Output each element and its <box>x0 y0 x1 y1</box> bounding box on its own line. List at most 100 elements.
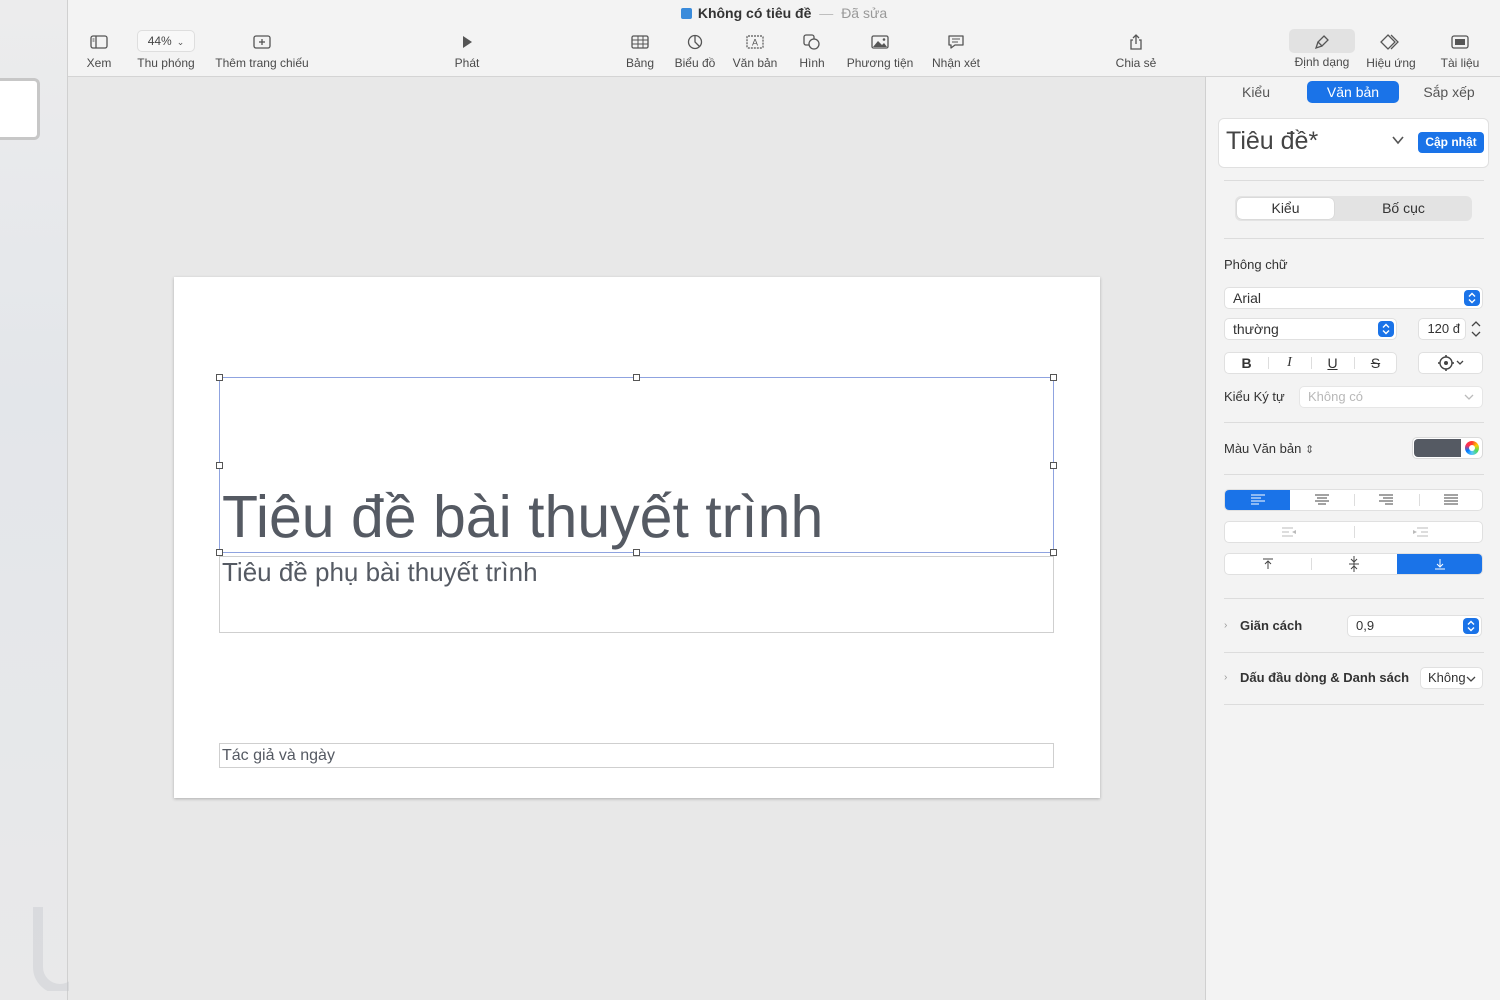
svg-text:A: A <box>752 37 758 47</box>
text-color-swatch[interactable] <box>1414 439 1461 457</box>
view-label: Xem <box>86 56 112 70</box>
divider <box>1224 474 1484 475</box>
shape-label: Hình <box>799 56 825 70</box>
align-middle-button[interactable] <box>1311 554 1397 574</box>
inspector-tabs: Kiểu Văn bản Sắp xếp <box>1206 81 1500 103</box>
media-button[interactable]: Phương tiện <box>843 30 917 70</box>
font-family-popup[interactable]: Arial <box>1224 287 1483 309</box>
decrease-indent-button[interactable] <box>1225 522 1354 542</box>
author-text-box[interactable]: Tác giả và ngày <box>219 743 1054 768</box>
add-slide-icon <box>211 30 313 52</box>
up-down-icon <box>1463 618 1479 634</box>
comment-button[interactable]: Nhận xét <box>927 30 985 70</box>
increase-indent-button[interactable] <box>1355 522 1482 542</box>
resize-handle-top-left[interactable] <box>216 374 223 381</box>
animate-label: Hiệu ứng <box>1366 56 1416 70</box>
resize-handle-top-right[interactable] <box>1050 374 1057 381</box>
align-center-icon <box>1315 494 1329 505</box>
format-icon-wrap <box>1288 29 1356 53</box>
disclosure-arrow-icon[interactable]: › <box>1224 672 1227 683</box>
bullets-label[interactable]: Dấu đầu dòng & Danh sách <box>1240 670 1409 685</box>
format-button[interactable]: Định dạng <box>1288 29 1356 69</box>
resize-handle-top[interactable] <box>633 374 640 381</box>
view-button[interactable]: Xem <box>82 30 116 70</box>
update-style-button[interactable]: Cập nhật <box>1418 132 1484 153</box>
chevron-down-icon <box>1466 676 1476 682</box>
divider <box>1224 704 1484 705</box>
slide-navigator <box>0 0 86 1000</box>
resize-handle-bottom-right[interactable] <box>1050 549 1057 556</box>
shape-button[interactable]: Hình <box>794 30 830 70</box>
tab-style[interactable]: Kiểu <box>1220 81 1292 103</box>
slide-subtitle[interactable]: Tiêu đề phụ bài thuyết trình <box>222 557 538 588</box>
align-right-button[interactable] <box>1354 490 1419 510</box>
chevron-down-icon <box>1464 394 1474 400</box>
align-top-button[interactable] <box>1225 554 1311 574</box>
share-icon <box>1112 30 1160 52</box>
photo-icon <box>843 30 917 52</box>
up-down-icon <box>1464 290 1480 306</box>
chart-button[interactable]: Biểu đồ <box>671 30 719 70</box>
animate-button[interactable]: Hiệu ứng <box>1363 30 1419 70</box>
underline-button[interactable]: U <box>1311 353 1354 373</box>
tab-arrange[interactable]: Sắp xếp <box>1414 81 1484 103</box>
font-section-label: Phông chữ <box>1224 257 1288 272</box>
align-center-button[interactable] <box>1290 490 1354 510</box>
window-title: Không có tiêu đề — Đã sửa <box>68 4 1500 24</box>
zoom-control[interactable]: 44% ⌄ Thu phóng <box>134 30 198 70</box>
subtab-layout[interactable]: Bố cục <box>1356 198 1451 219</box>
font-size-stepper[interactable] <box>1469 318 1483 340</box>
slide-thumbnail[interactable] <box>0 78 40 140</box>
spacing-field[interactable]: 0,9 <box>1347 615 1482 637</box>
bullets-popup[interactable]: Không <box>1420 667 1483 689</box>
up-down-small-icon: ⇕ <box>1304 444 1315 456</box>
document-button[interactable]: Tài liệu <box>1436 30 1484 70</box>
spacing-value: 0,9 <box>1356 618 1375 633</box>
slide-author[interactable]: Tác giả và ngày <box>222 747 335 765</box>
advanced-options-button[interactable] <box>1418 352 1483 374</box>
align-bottom-button[interactable] <box>1397 554 1482 574</box>
indent-buttons <box>1224 521 1483 543</box>
strikethrough-button[interactable]: S <box>1354 353 1397 373</box>
slide-canvas[interactable]: Tiêu đề bài thuyết trình Tiêu đề phụ bài… <box>69 77 1205 1000</box>
up-down-icon <box>1378 321 1394 337</box>
zoom-popup[interactable]: 44% ⌄ <box>137 30 195 52</box>
bold-button[interactable]: B <box>1225 353 1268 373</box>
resize-handle-bottom[interactable] <box>633 549 640 556</box>
subtitle-text-box[interactable]: Tiêu đề phụ bài thuyết trình <box>219 556 1054 633</box>
play-button[interactable]: Phát <box>448 30 486 70</box>
font-weight-popup[interactable]: thường <box>1224 318 1397 340</box>
chevron-down-icon[interactable] <box>1391 133 1405 147</box>
color-wheel-icon[interactable] <box>1465 441 1479 455</box>
title-text-box[interactable]: Tiêu đề bài thuyết trình <box>216 374 1057 556</box>
add-slide-button[interactable]: Thêm trang chiếu <box>211 30 313 70</box>
table-button[interactable]: Bảng <box>622 30 658 70</box>
paragraph-style-selector[interactable]: Tiêu đề* Cập nhật <box>1218 118 1489 168</box>
resize-handle-bottom-left[interactable] <box>216 549 223 556</box>
comment-icon <box>927 30 985 52</box>
justify-icon <box>1444 494 1458 505</box>
align-right-icon <box>1379 494 1393 505</box>
font-size-field[interactable]: 120 đ <box>1418 318 1466 340</box>
spacing-label[interactable]: Giãn cách <box>1240 618 1302 633</box>
resize-handle-left[interactable] <box>216 462 223 469</box>
text-box-button[interactable]: A Văn bản <box>730 30 780 70</box>
italic-button[interactable]: I <box>1268 353 1311 373</box>
subtab-style[interactable]: Kiểu <box>1237 198 1334 219</box>
resize-handle-right[interactable] <box>1050 462 1057 469</box>
document-icon <box>680 8 692 19</box>
slide[interactable]: Tiêu đề bài thuyết trình Tiêu đề phụ bài… <box>174 277 1100 798</box>
text-color-well[interactable] <box>1412 437 1483 459</box>
chart-icon <box>671 30 719 52</box>
slide-title[interactable]: Tiêu đề bài thuyết trình <box>222 484 823 550</box>
disclosure-arrow-icon[interactable]: › <box>1224 620 1227 631</box>
align-left-button[interactable] <box>1225 490 1290 510</box>
align-middle-icon <box>1349 556 1359 572</box>
tab-text[interactable]: Văn bản <box>1307 81 1399 103</box>
share-button[interactable]: Chia sẻ <box>1112 30 1160 70</box>
justify-button[interactable] <box>1419 490 1482 510</box>
comment-label: Nhận xét <box>931 56 981 70</box>
chart-label: Biểu đồ <box>674 56 716 70</box>
text-box-icon: A <box>730 30 780 52</box>
text-color-label[interactable]: Màu Văn bản ⇕ <box>1224 441 1314 456</box>
